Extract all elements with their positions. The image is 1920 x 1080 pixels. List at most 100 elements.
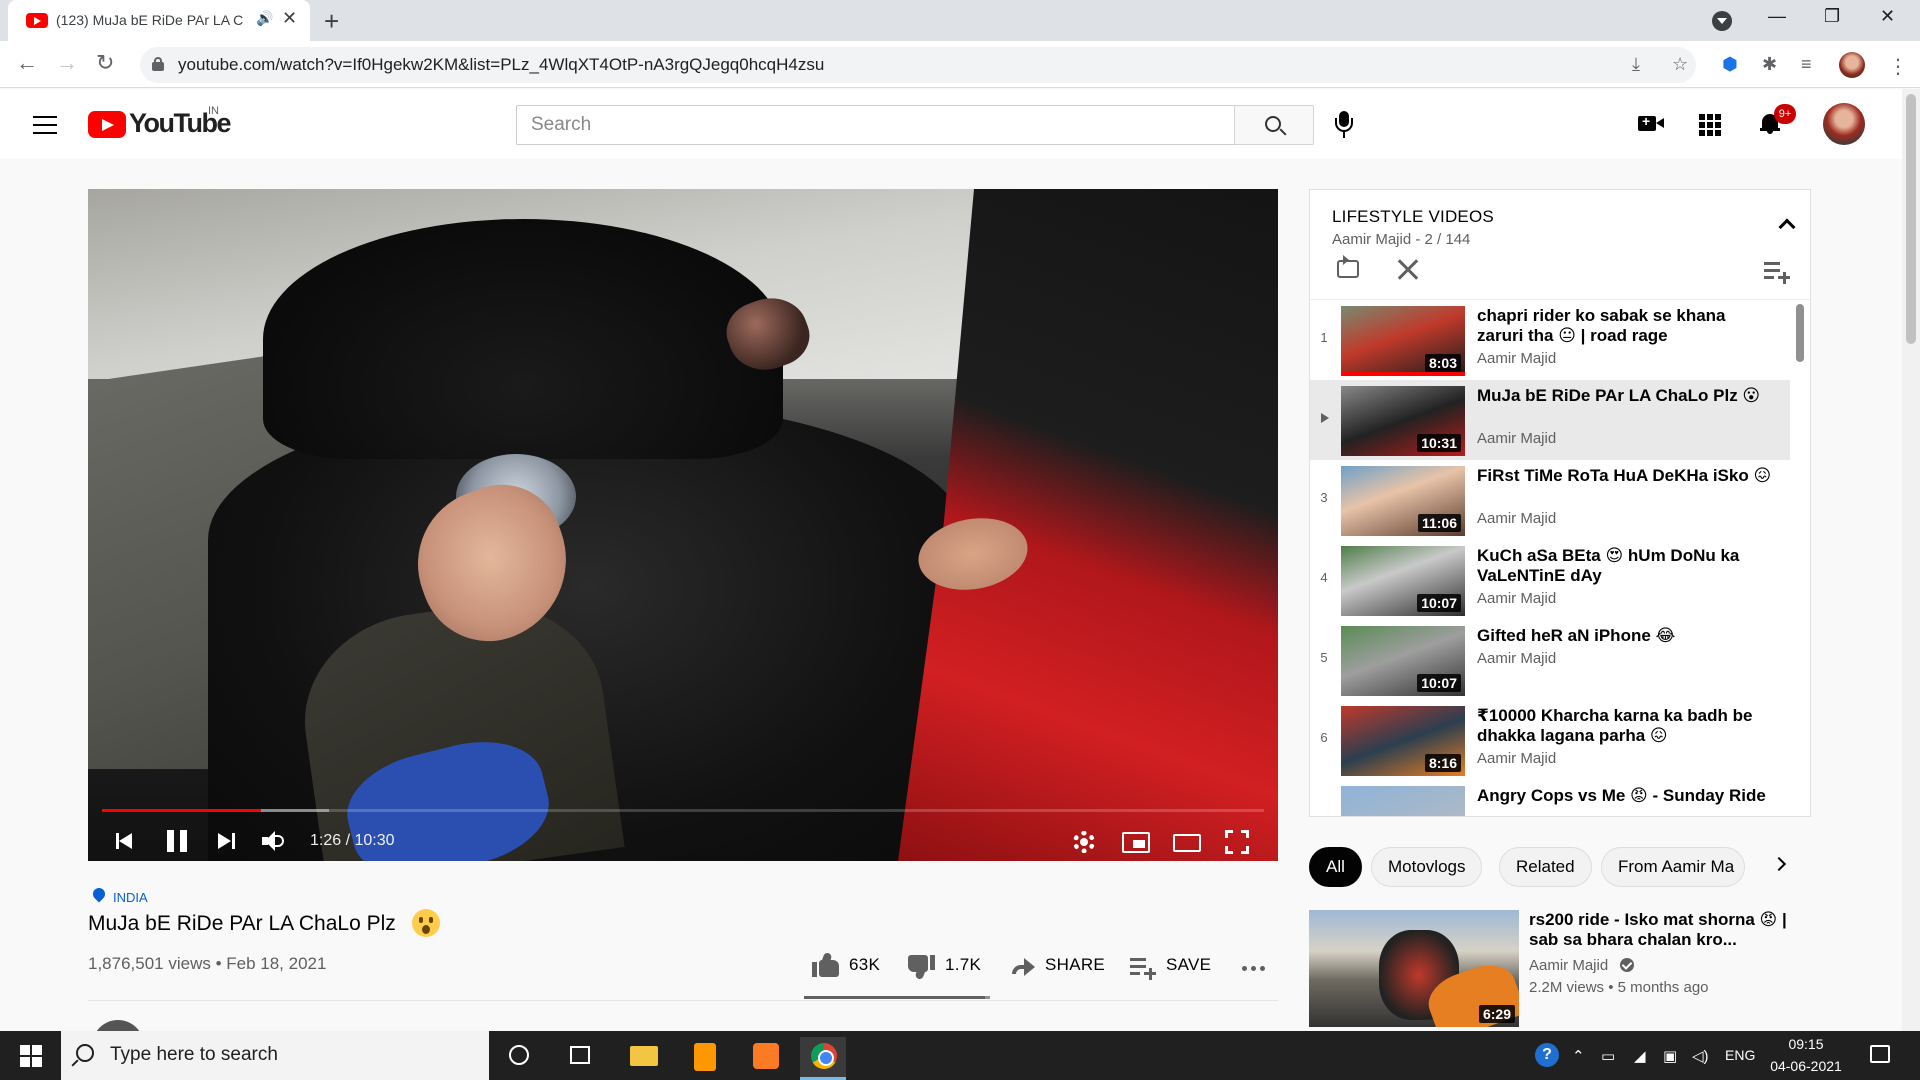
youtube-logo-icon[interactable] (88, 111, 126, 138)
playlist-item[interactable]: 5 10:07 Gifted heR aN iPhone 😂 Aamir Majid (1310, 620, 1790, 700)
playlist-item-title[interactable]: chapri rider ko sabak se khana zaruri th… (1477, 306, 1773, 346)
profile-avatar[interactable] (1839, 52, 1865, 78)
playlist-item-thumbnail[interactable]: 10:07 (1341, 626, 1465, 696)
account-avatar[interactable] (1823, 103, 1865, 145)
network-icon[interactable]: ◢ (1634, 1047, 1646, 1065)
window-minimize-button[interactable]: — (1768, 6, 1786, 27)
playlist-item[interactable]: 1 8:03 chapri rider ko sabak se khana zaru… (1310, 300, 1790, 380)
forward-button[interactable]: → (56, 50, 78, 76)
pause-icon[interactable] (166, 830, 188, 852)
display-icon[interactable]: ▣ (1663, 1047, 1677, 1065)
voice-search-icon[interactable] (1335, 111, 1353, 141)
recommended-video-thumbnail[interactable]: 6:29 (1309, 910, 1519, 1027)
back-button[interactable]: ← (16, 50, 38, 76)
reload-button[interactable]: ↻ (96, 50, 114, 76)
playlist-item-title[interactable]: KuCh aSa BEta 😍 hUm DoNu ka VaLeNTinE dA… (1477, 546, 1773, 586)
tab-search-icon[interactable] (1712, 11, 1732, 31)
playlist-item[interactable]: 6 8:16 ₹10000 Kharcha karna ka badh be dha… (1310, 700, 1790, 780)
sublime-text-icon[interactable] (681, 1037, 727, 1077)
task-view-icon[interactable] (570, 1046, 590, 1064)
extension-icon[interactable]: ⬢ (1722, 54, 1738, 75)
share-icon[interactable] (1010, 956, 1036, 976)
xampp-icon[interactable] (742, 1037, 788, 1077)
save-to-playlist-icon[interactable] (1130, 958, 1156, 980)
location-tag[interactable]: INDIA (113, 890, 148, 905)
new-tab-button[interactable]: + (324, 6, 339, 37)
playlist-item[interactable]: 4 10:07 KuCh aSa BEta 😍 hUm DoNu ka VaLeNT… (1310, 540, 1790, 620)
window-close-button[interactable]: ✕ (1880, 6, 1895, 27)
settings-gear-icon[interactable] (1073, 831, 1095, 853)
loop-playlist-icon[interactable] (1337, 255, 1359, 278)
like-count[interactable]: 63K (849, 955, 880, 975)
miniplayer-icon[interactable] (1122, 832, 1150, 853)
playlist-item-channel[interactable]: Aamir Majid (1477, 650, 1556, 667)
save-playlist-icon[interactable] (1764, 262, 1790, 284)
share-button-label[interactable]: SHARE (1045, 955, 1105, 975)
media-control-icon[interactable]: ≡ (1801, 54, 1812, 75)
dislike-icon[interactable] (907, 955, 935, 981)
playlist-item-thumbnail[interactable]: 10:07 (1341, 546, 1465, 616)
next-video-icon[interactable] (216, 831, 236, 851)
playlist-item-thumbnail[interactable]: 10:31 (1341, 386, 1465, 456)
previous-video-icon[interactable] (116, 831, 136, 851)
playlist-title[interactable]: LIFESTYLE VIDEOS (1332, 207, 1494, 227)
playlist-item-title[interactable]: FiRst TiMe RoTa HuA DeKHa iSko 😖 (1477, 466, 1773, 486)
playlist-item-channel[interactable]: Aamir Majid (1477, 430, 1556, 447)
bookmark-star-icon[interactable]: ☆ (1672, 54, 1688, 75)
browser-tab-youtube[interactable]: (123) MuJa bE RiDe PAr LA C 🔊 ✕ (8, 0, 310, 41)
dislike-count[interactable]: 1.7K (945, 955, 981, 975)
collapse-chevron-icon[interactable] (1778, 218, 1796, 236)
create-video-icon[interactable] (1638, 113, 1664, 131)
playlist-item-channel[interactable]: Aamir Majid (1477, 590, 1556, 607)
playlist-item-title[interactable]: Angry Cops vs Me 😡 - Sunday Ride (1477, 786, 1773, 806)
shuffle-icon[interactable] (1395, 258, 1419, 280)
lock-icon[interactable] (152, 57, 164, 71)
guide-menu-icon[interactable] (33, 116, 57, 134)
chip-from-channel[interactable]: From Aamir Ma (1601, 847, 1745, 887)
chevron-right-icon[interactable] (1771, 856, 1787, 872)
playlist-item[interactable]: Angry Cops vs Me 😡 - Sunday Ride (1310, 780, 1790, 816)
search-input[interactable] (516, 105, 1235, 145)
input-language[interactable]: ENG (1725, 1047, 1755, 1063)
playlist-item-thumbnail[interactable]: 11:06 (1341, 466, 1465, 536)
like-icon[interactable] (812, 951, 840, 977)
action-center-icon[interactable] (1870, 1045, 1890, 1063)
window-restore-button[interactable]: ❐ (1824, 6, 1840, 27)
chrome-taskbar-icon[interactable] (800, 1037, 846, 1080)
search-button[interactable] (1234, 105, 1314, 145)
playlist-item-channel[interactable]: Aamir Majid (1477, 350, 1556, 367)
save-button-label[interactable]: SAVE (1166, 955, 1211, 975)
playlist-item-title[interactable]: MuJa bE RiDe PAr LA ChaLo Plz 😮 (1477, 386, 1773, 406)
chrome-menu-icon[interactable]: ⋮ (1888, 54, 1908, 79)
playlist-item-thumbnail[interactable] (1341, 786, 1465, 816)
playlist-item-title[interactable]: Gifted heR aN iPhone 😂 (1477, 626, 1773, 646)
speaker-icon[interactable]: ◁) (1692, 1047, 1709, 1065)
chip-related[interactable]: Related (1499, 847, 1592, 887)
taskbar-search-placeholder[interactable]: Type here to search (110, 1044, 278, 1066)
chip-motovlogs[interactable]: Motovlogs (1371, 847, 1483, 887)
cortana-icon[interactable] (509, 1045, 529, 1065)
playlist-item-title[interactable]: ₹10000 Kharcha karna ka badh be dhakka l… (1477, 706, 1773, 746)
playlist-item-channel[interactable]: Aamir Majid (1477, 510, 1556, 527)
volume-icon[interactable] (262, 830, 290, 852)
fullscreen-icon[interactable] (1225, 830, 1249, 854)
chip-all[interactable]: All (1309, 847, 1362, 887)
playlist-item-channel[interactable]: Aamir Majid (1477, 750, 1556, 767)
battery-icon[interactable]: ▭ (1601, 1047, 1615, 1065)
video-player[interactable]: 1:26 / 10:30 (88, 189, 1278, 861)
playlist-item-thumbnail[interactable]: 8:03 (1341, 306, 1465, 376)
more-actions-icon[interactable] (1242, 966, 1266, 971)
playlist-scrollbar[interactable] (1796, 304, 1804, 362)
install-app-icon[interactable]: ⤓ (1632, 54, 1640, 75)
playlist-item[interactable]: 10:31 MuJa bE RiDe PAr LA ChaLo Plz 😮 Aami… (1310, 380, 1790, 460)
playlist-item-thumbnail[interactable]: 8:16 (1341, 706, 1465, 776)
file-explorer-icon[interactable] (620, 1037, 666, 1077)
clock-time[interactable]: 09:15 (1766, 1036, 1846, 1052)
clock-date[interactable]: 04-06-2021 (1766, 1058, 1846, 1074)
page-scrollbar-thumb[interactable] (1906, 94, 1916, 344)
theater-mode-icon[interactable] (1173, 834, 1201, 852)
show-hidden-icons-chevron-icon[interactable]: ⌃ (1572, 1047, 1585, 1065)
recommended-channel-name[interactable]: Aamir Majid (1529, 957, 1608, 974)
progress-bar[interactable] (102, 809, 1264, 812)
tab-audio-icon[interactable]: 🔊 (256, 10, 273, 27)
